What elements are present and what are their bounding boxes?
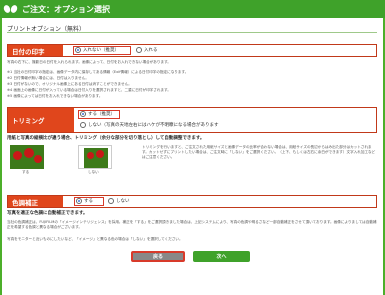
date-print-header: 日付の印字 入れない（推奨） 入れる (7, 44, 377, 57)
color-correction-label: 色調補正 (8, 196, 63, 207)
date-print-note-3: ※3 日付がないので、オリジナル画像上にある日付は消すことができません。 (7, 82, 132, 86)
date-print-label: 日付の印字 (8, 45, 63, 56)
trimming-yes-caption: する (22, 170, 30, 174)
trimming-no-caption: しない (88, 170, 99, 174)
trimming-label: トリミング (8, 108, 74, 132)
trimming-description: トリミングを行いますと、ご注文された用紙サイズと画像データの比率が合わない場合は… (142, 145, 376, 159)
radio-unselected-icon[interactable] (108, 198, 114, 204)
trimming-intro: 用紙と写真の縦横比が違う場合、トリミング（余分な部分を切り落とし）して自動調整で… (7, 136, 205, 141)
color-correction-description: 当社の色調補正は、FUJIFILMの「イメージインテリジェンス」を採用。補正を「… (7, 220, 377, 229)
color-correction-option-yes[interactable]: する (76, 198, 93, 204)
radio-selected-icon[interactable] (75, 47, 81, 53)
ribbon-logo-icon (4, 4, 18, 14)
trimming-option-no[interactable]: しない（写真の天地左右にはハケが不明瞭になる場合があります (80, 122, 219, 128)
color-correction-intro: 写真を適正な色調に自動補正できます。 (7, 211, 88, 216)
date-print-note-5: ※5 画像によっては日付をお入れできない場合があります。 (7, 94, 103, 98)
radio-selected-icon[interactable] (76, 198, 82, 204)
trimming-yes-thumbnail (10, 145, 44, 169)
color-correction-note: 写真をモニターと近いものにしたいなど、「イメージ」と異なる色の場合は「しない」を… (7, 237, 183, 241)
color-correction-option-no[interactable]: しない (108, 198, 130, 204)
window-title: ご注文：オプション選択 (22, 4, 110, 14)
date-print-intro: 写真の右下に、撮影日の日付を入れられます。画像によって、日付をお入れできない場合… (7, 60, 171, 64)
radio-unselected-icon[interactable] (136, 47, 142, 53)
color-correction-header: 色調補正 する しない (7, 195, 377, 208)
heading-divider (7, 32, 377, 33)
date-print-note-4: ※4 画面上の画像に日付が入っている場合は日付入りを選択されますと、二重に日付が… (7, 88, 171, 92)
options-panel: プリントオプション（無料） 日付の印字 入れない（推奨） 入れる 写真の右下に、… (2, 18, 383, 295)
window-titlebar: ご注文：オプション選択 (0, 0, 385, 18)
date-print-option-none[interactable]: 入れない（推奨） (75, 47, 119, 53)
radio-unselected-icon[interactable] (80, 122, 86, 128)
trimming-option-yes[interactable]: する（推奨） (80, 111, 115, 117)
next-button[interactable]: 次へ (193, 251, 250, 262)
date-print-option-yes[interactable]: 入れる (136, 47, 158, 53)
back-button[interactable]: 戻る (131, 251, 185, 262)
radio-selected-icon[interactable] (80, 111, 86, 117)
trimming-no-thumbnail (78, 145, 112, 169)
date-print-note-1: ※1 当社の日付印字の指定は、画像データ内に保存してある情報（Exif情報）によ… (7, 70, 189, 74)
date-print-note-2: ※2 日付情報が無い場合には、日付は入りません。 (7, 76, 89, 80)
trimming-header: トリミング する（推奨） しない（写真の天地左右にはハケが不明瞭になる場合があり… (7, 107, 377, 133)
